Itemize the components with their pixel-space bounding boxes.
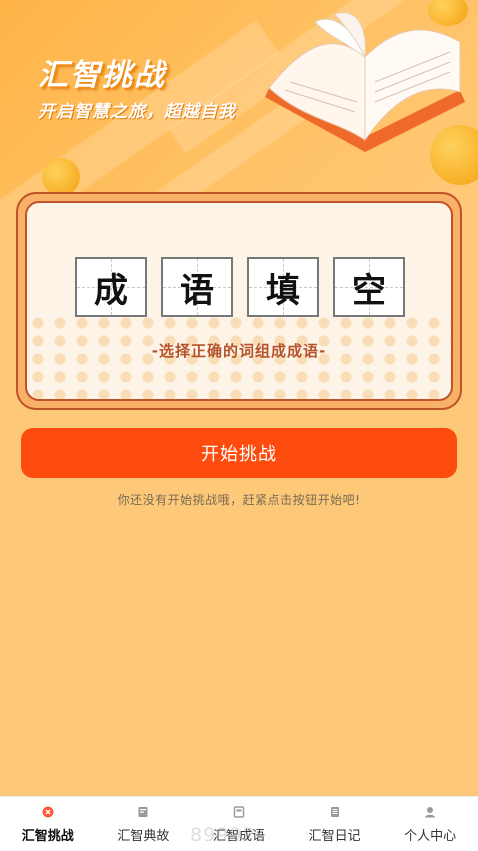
hero-subtitle: 开启智慧之旅，超越自我 [38,102,236,122]
person-icon [425,807,436,818]
bottom-tab-bar: 汇智挑战 汇智典故 汇智成语 汇智日记 个人中心 [0,796,478,851]
title-tile: 成 [75,257,147,317]
hero-title: 汇智挑战 [38,58,166,93]
tab-challenge[interactable]: 汇智挑战 [0,797,96,851]
start-challenge-button[interactable]: 开始挑战 [21,428,457,478]
tile-char: 成 [94,270,128,311]
tile-char: 填 [266,270,300,311]
tab-label: 汇智成语 [212,829,265,844]
tab-stories[interactable]: 汇智典故 [96,797,192,851]
tab-label: 汇智典故 [117,829,170,844]
book-icon [138,807,148,817]
title-tile: 空 [333,257,405,317]
title-tile: 填 [247,257,319,317]
tab-label: 个人中心 [404,829,457,844]
tab-diary[interactable]: 汇智日记 [287,797,383,851]
idiom-fill-card: 成 语 填 空 -选择正确的词组成成语- [16,192,462,410]
challenge-icon [42,806,54,818]
tab-idioms[interactable]: 汇智成语 [191,797,287,851]
diary-icon [330,807,339,817]
decorative-orb [42,158,80,196]
title-tiles: 成 语 填 空 [75,257,405,317]
tab-profile[interactable]: 个人中心 [382,797,478,851]
card-panel: 成 语 填 空 -选择正确的词组成成语- [25,201,453,401]
idiom-icon [233,806,245,818]
open-book-icon [265,12,465,152]
tile-char: 空 [352,270,386,311]
hint-text: 你还没有开始挑战哦，赶紧点击按钮开始吧! [117,493,361,507]
card-caption: -选择正确的词组成成语- [151,342,327,360]
tab-label: 汇智日记 [308,829,361,844]
title-tile: 语 [161,257,233,317]
tab-label: 汇智挑战 [21,829,74,844]
hero-banner: 汇智挑战 开启智慧之旅，超越自我 [0,0,478,200]
tile-char: 语 [180,270,214,311]
